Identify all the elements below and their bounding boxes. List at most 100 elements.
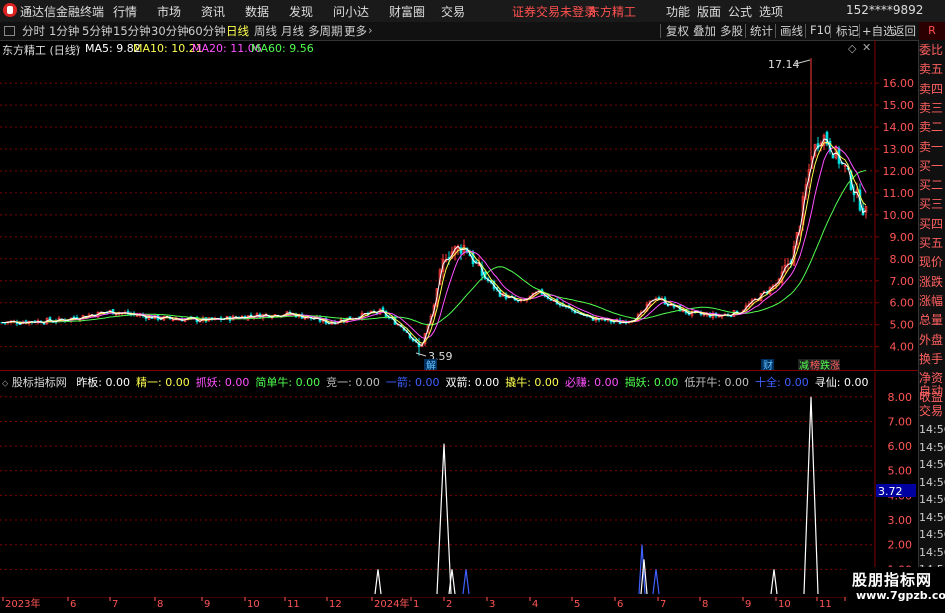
menu-discover[interactable]: 发现 bbox=[289, 3, 313, 20]
side-item-10[interactable]: 买五 bbox=[919, 235, 945, 252]
side-time-3: 14:56 bbox=[919, 475, 945, 489]
side-item-16[interactable]: 换手 bbox=[919, 351, 945, 368]
tool-f10[interactable]: F10 bbox=[810, 23, 831, 37]
period-5min[interactable]: 5分钟 bbox=[82, 23, 112, 39]
tool-add-watch[interactable]: +自选 bbox=[862, 23, 895, 39]
side-bottom-item-1[interactable]: 交易 bbox=[919, 403, 945, 420]
chart-options-icon[interactable]: ⬦ bbox=[74, 43, 80, 53]
indicator-spike bbox=[652, 569, 660, 595]
tool-stats[interactable]: 统计 bbox=[750, 23, 773, 39]
period-toolbar: 分时 1分钟 5分钟 15分钟 30分钟 60分钟 日线 周线 月线 多周期 更… bbox=[0, 22, 945, 41]
ind-y-tick-1: 7.00 bbox=[888, 415, 913, 428]
menu-options[interactable]: 选项 bbox=[759, 3, 783, 20]
menu-wealth[interactable]: 财富圈 bbox=[389, 3, 425, 20]
side-bottom-item-0[interactable]: 自动 bbox=[919, 383, 945, 400]
side-item-13[interactable]: 涨幅 bbox=[919, 293, 945, 310]
main-y-tick-6: 10.00 bbox=[883, 209, 915, 222]
side-item-12[interactable]: 涨跌 bbox=[919, 274, 945, 291]
indicator-title-row: ⬦ 股标指标网 昨板: 0.00 精一: 0.00 抓妖: 0.00 简单牛: 0.0… bbox=[2, 374, 868, 390]
menu-news[interactable]: 资讯 bbox=[201, 3, 225, 20]
side-item-15[interactable]: 外盘 bbox=[919, 332, 945, 349]
side-item-6[interactable]: 买一 bbox=[919, 158, 945, 175]
side-item-7[interactable]: 买二 bbox=[919, 177, 945, 194]
period-30min[interactable]: 30分钟 bbox=[151, 23, 189, 39]
tool-mark[interactable]: 标记 bbox=[836, 23, 859, 39]
main-y-tick-5: 11.00 bbox=[883, 187, 915, 200]
side-item-8[interactable]: 买三 bbox=[919, 196, 945, 213]
indicator-item-9: 揭妖: 0.00 bbox=[624, 376, 679, 389]
period-daily[interactable]: 日线 bbox=[226, 23, 249, 39]
tool-overlay[interactable]: 叠加 bbox=[693, 23, 716, 39]
side-item-11[interactable]: 现价 bbox=[919, 254, 945, 271]
menu-data[interactable]: 数据 bbox=[245, 3, 269, 20]
menu-function[interactable]: 功能 bbox=[666, 3, 690, 20]
period-weekly[interactable]: 周线 bbox=[254, 23, 277, 39]
menu-market[interactable]: 市场 bbox=[157, 3, 181, 20]
side-time-4: 14:56 bbox=[919, 493, 945, 506]
tool-adjust[interactable]: 复权 bbox=[666, 23, 689, 39]
menu-quotes[interactable]: 行情 bbox=[113, 3, 137, 20]
side-item-14[interactable]: 总量 bbox=[919, 312, 945, 329]
layout-grid-icon[interactable] bbox=[4, 26, 15, 36]
period-more[interactable]: 更多 bbox=[344, 23, 367, 39]
side-item-5[interactable]: 卖一 bbox=[919, 139, 945, 156]
menu-trade[interactable]: 交易 bbox=[441, 3, 465, 20]
tool-multi-stock[interactable]: 多股 bbox=[720, 23, 743, 39]
side-item-2[interactable]: 卖四 bbox=[919, 81, 945, 98]
menu-ask[interactable]: 问小达 bbox=[333, 3, 369, 20]
indicator-chart[interactable]: 8.007.006.005.004.003.002.001.00 3.72 bbox=[0, 372, 918, 597]
x-label-6: 11 bbox=[287, 599, 300, 609]
indicator-item-12: 寻仙: 0.00 bbox=[814, 376, 869, 389]
kline-chart[interactable]: 16.00 15.00 14.00 13.00 12.00 11.00 10.00 9.00 8… bbox=[0, 40, 918, 370]
ind-y-tick-5: 3.00 bbox=[888, 514, 913, 527]
app-logo-icon bbox=[3, 3, 17, 17]
period-monthly[interactable]: 月线 bbox=[281, 23, 304, 39]
indicator-item-4: 竞一: 0.00 bbox=[326, 376, 380, 389]
ind-y-tick-0: 8.00 bbox=[888, 391, 913, 404]
side-item-0[interactable]: 委比 bbox=[919, 42, 945, 59]
trade-login-warning[interactable]: 证券交易未登录 bbox=[512, 3, 596, 20]
side-item-9[interactable]: 买四 bbox=[919, 216, 945, 233]
indicator-item-10: 低开牛: 0.00 bbox=[684, 376, 750, 389]
tag-unlock[interactable]: 解 bbox=[426, 359, 436, 370]
x-label-2: 7 bbox=[112, 599, 118, 609]
menu-layout[interactable]: 版面 bbox=[697, 3, 721, 20]
side-item-1[interactable]: 卖五 bbox=[919, 61, 945, 78]
indicator-spike bbox=[770, 569, 778, 595]
menu-bar: 通达信金融终端 行情 市场 资讯 数据 发现 问小达 财富圈 交易 证券交易未登… bbox=[0, 0, 945, 23]
tool-draw[interactable]: 画线 bbox=[780, 23, 803, 39]
app-title: 通达信金融终端 bbox=[20, 5, 105, 19]
period-1min[interactable]: 1分钟 bbox=[49, 23, 79, 39]
x-label-17: 9 bbox=[745, 599, 751, 609]
main-y-tick-4: 12.00 bbox=[883, 165, 915, 178]
menu-formula[interactable]: 公式 bbox=[728, 3, 752, 20]
period-15min[interactable]: 15分钟 bbox=[113, 23, 151, 39]
x-label-8: 2024年 bbox=[374, 597, 409, 609]
tag-finance[interactable]: 财 bbox=[763, 359, 773, 370]
ind-y-tick-2: 6.00 bbox=[888, 440, 913, 453]
more-chevron-icon[interactable]: › bbox=[368, 23, 373, 37]
side-panel-toggle[interactable]: R bbox=[919, 22, 945, 40]
tag-reduce[interactable]: 减 bbox=[799, 360, 809, 370]
period-multi[interactable]: 多周期 bbox=[308, 23, 343, 39]
x-label-10: 2 bbox=[446, 599, 452, 609]
watermark-url: www.7gpzb.com bbox=[856, 589, 945, 602]
main-y-tick-0: 16.00 bbox=[883, 77, 915, 90]
tag-drop[interactable]: 跌 bbox=[820, 359, 830, 370]
side-item-4[interactable]: 卖二 bbox=[919, 119, 945, 136]
close-panel-icon[interactable]: ✕ bbox=[862, 41, 871, 54]
ind-y-tick-6: 2.00 bbox=[888, 539, 913, 552]
tool-back[interactable]: 返回 bbox=[893, 23, 916, 39]
period-60min[interactable]: 60分钟 bbox=[188, 23, 226, 39]
indicator-title: 股标指标网 bbox=[11, 376, 67, 389]
period-intraday[interactable]: 分时 bbox=[22, 23, 45, 39]
indicator-item-11: 十全: 0.00 bbox=[755, 376, 809, 389]
indicator-spike bbox=[462, 569, 470, 595]
side-item-3[interactable]: 卖三 bbox=[919, 100, 945, 117]
tag-list[interactable]: 榜 bbox=[810, 359, 820, 370]
diamond-icon[interactable]: ◇ bbox=[848, 42, 856, 55]
user-id[interactable]: 152****9892 bbox=[846, 3, 923, 17]
tag-rise[interactable]: 涨 bbox=[830, 360, 840, 370]
indicator-options-icon[interactable]: ⬦ bbox=[2, 379, 8, 389]
x-label-0: 2023年 bbox=[5, 597, 40, 609]
